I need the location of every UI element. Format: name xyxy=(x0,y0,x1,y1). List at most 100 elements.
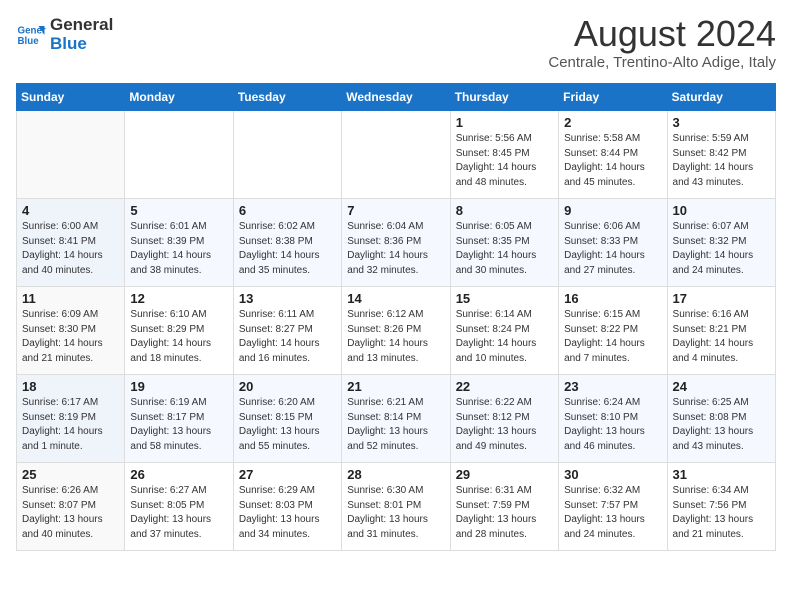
day-number: 12 xyxy=(130,291,227,306)
day-info: Sunrise: 6:04 AM Sunset: 8:36 PM Dayligh… xyxy=(347,220,444,278)
day-info: Sunrise: 6:17 AM Sunset: 8:19 PM Dayligh… xyxy=(22,396,119,454)
calendar-cell: 21Sunrise: 6:21 AM Sunset: 8:14 PM Dayli… xyxy=(342,375,450,463)
calendar-cell: 2 Sunrise: 5:58 AM Sunset: 8:44 PM Daylig… xyxy=(559,111,667,199)
day-info: Sunrise: 6:10 AM Sunset: 8:29 PM Dayligh… xyxy=(130,308,227,366)
page-header: General Blue General Blue August 2024 Ce… xyxy=(16,16,776,71)
day-info: Sunrise: 6:14 AM Sunset: 8:24 PM Dayligh… xyxy=(456,308,553,366)
day-number: 25 xyxy=(22,467,119,482)
day-info: Sunrise: 5:59 AM Sunset: 8:42 PM Dayligh… xyxy=(673,132,770,190)
day-info: Sunrise: 6:00 AM Sunset: 8:41 PM Dayligh… xyxy=(22,220,119,278)
logo-line2: Blue xyxy=(50,35,113,54)
calendar-cell: 22Sunrise: 6:22 AM Sunset: 8:12 PM Dayli… xyxy=(450,375,558,463)
calendar-cell: 10Sunrise: 6:07 AM Sunset: 8:32 PM Dayli… xyxy=(667,199,775,287)
weekday-header: Wednesday xyxy=(342,84,450,111)
day-number: 20 xyxy=(239,379,336,394)
day-info: Sunrise: 6:34 AM Sunset: 7:56 PM Dayligh… xyxy=(673,484,770,542)
calendar-cell: 14 Sunrise: 6:12 AM Sunset: 8:26 PM Dayli… xyxy=(342,287,450,375)
calendar-cell: 4 Sunrise: 6:00 AM Sunset: 8:41 PM Daylig… xyxy=(17,199,125,287)
day-number: 27 xyxy=(239,467,336,482)
day-number: 13 xyxy=(239,291,336,306)
day-info: Sunrise: 6:12 AM Sunset: 8:26 PM Dayligh… xyxy=(347,308,444,366)
day-number: 23 xyxy=(564,379,661,394)
calendar-cell: 3 Sunrise: 5:59 AM Sunset: 8:42 PM Daylig… xyxy=(667,111,775,199)
calendar-row: 4 Sunrise: 6:00 AM Sunset: 8:41 PM Daylig… xyxy=(17,199,776,287)
day-info: Sunrise: 6:02 AM Sunset: 8:38 PM Dayligh… xyxy=(239,220,336,278)
day-info: Sunrise: 6:05 AM Sunset: 8:35 PM Dayligh… xyxy=(456,220,553,278)
day-info: Sunrise: 6:16 AM Sunset: 8:21 PM Dayligh… xyxy=(673,308,770,366)
day-number: 14 xyxy=(347,291,444,306)
location: Centrale, Trentino-Alto Adige, Italy xyxy=(548,54,776,71)
calendar-cell: 23Sunrise: 6:24 AM Sunset: 8:10 PM Dayli… xyxy=(559,375,667,463)
day-number: 3 xyxy=(673,115,770,130)
day-info: Sunrise: 6:01 AM Sunset: 8:39 PM Dayligh… xyxy=(130,220,227,278)
day-number: 19 xyxy=(130,379,227,394)
day-number: 28 xyxy=(347,467,444,482)
day-info: Sunrise: 6:09 AM Sunset: 8:30 PM Dayligh… xyxy=(22,308,119,366)
calendar-cell: 18 Sunrise: 6:17 AM Sunset: 8:19 PM Dayli… xyxy=(17,375,125,463)
day-info: Sunrise: 6:25 AM Sunset: 8:08 PM Dayligh… xyxy=(673,396,770,454)
calendar-cell: 31 Sunrise: 6:34 AM Sunset: 7:56 PM Dayli… xyxy=(667,463,775,551)
calendar-cell: 11 Sunrise: 6:09 AM Sunset: 8:30 PM Dayli… xyxy=(17,287,125,375)
day-number: 15 xyxy=(456,291,553,306)
day-number: 16 xyxy=(564,291,661,306)
weekday-header: Saturday xyxy=(667,84,775,111)
day-info: Sunrise: 5:58 AM Sunset: 8:44 PM Dayligh… xyxy=(564,132,661,190)
day-info: Sunrise: 5:56 AM Sunset: 8:45 PM Dayligh… xyxy=(456,132,553,190)
day-number: 26 xyxy=(130,467,227,482)
calendar-row: 18 Sunrise: 6:17 AM Sunset: 8:19 PM Dayli… xyxy=(17,375,776,463)
day-number: 8 xyxy=(456,203,553,218)
logo: General Blue General Blue xyxy=(16,16,113,53)
weekday-header-row: SundayMondayTuesdayWednesdayThursdayFrid… xyxy=(17,84,776,111)
day-number: 7 xyxy=(347,203,444,218)
calendar-cell: 29Sunrise: 6:31 AM Sunset: 7:59 PM Dayli… xyxy=(450,463,558,551)
day-number: 2 xyxy=(564,115,661,130)
calendar-row: 25Sunrise: 6:26 AM Sunset: 8:07 PM Dayli… xyxy=(17,463,776,551)
svg-text:Blue: Blue xyxy=(18,36,40,47)
calendar-cell: 12 Sunrise: 6:10 AM Sunset: 8:29 PM Dayli… xyxy=(125,287,233,375)
calendar-cell: 15 Sunrise: 6:14 AM Sunset: 8:24 PM Dayli… xyxy=(450,287,558,375)
calendar-cell: 7 Sunrise: 6:04 AM Sunset: 8:36 PM Daylig… xyxy=(342,199,450,287)
month-title: August 2024 xyxy=(548,16,776,52)
title-block: August 2024 Centrale, Trentino-Alto Adig… xyxy=(548,16,776,71)
logo-icon: General Blue xyxy=(16,20,46,50)
day-number: 31 xyxy=(673,467,770,482)
day-number: 24 xyxy=(673,379,770,394)
weekday-header: Monday xyxy=(125,84,233,111)
weekday-header: Tuesday xyxy=(233,84,341,111)
day-info: Sunrise: 6:07 AM Sunset: 8:32 PM Dayligh… xyxy=(673,220,770,278)
day-info: Sunrise: 6:27 AM Sunset: 8:05 PM Dayligh… xyxy=(130,484,227,542)
calendar-cell: 17Sunrise: 6:16 AM Sunset: 8:21 PM Dayli… xyxy=(667,287,775,375)
day-number: 9 xyxy=(564,203,661,218)
calendar-row: 11 Sunrise: 6:09 AM Sunset: 8:30 PM Dayli… xyxy=(17,287,776,375)
day-info: Sunrise: 6:22 AM Sunset: 8:12 PM Dayligh… xyxy=(456,396,553,454)
calendar-cell: 30 Sunrise: 6:32 AM Sunset: 7:57 PM Dayli… xyxy=(559,463,667,551)
day-info: Sunrise: 6:29 AM Sunset: 8:03 PM Dayligh… xyxy=(239,484,336,542)
day-number: 5 xyxy=(130,203,227,218)
calendar-cell: 24 Sunrise: 6:25 AM Sunset: 8:08 PM Dayli… xyxy=(667,375,775,463)
calendar-cell: 9Sunrise: 6:06 AM Sunset: 8:33 PM Daylig… xyxy=(559,199,667,287)
weekday-header: Thursday xyxy=(450,84,558,111)
calendar-cell: 16Sunrise: 6:15 AM Sunset: 8:22 PM Dayli… xyxy=(559,287,667,375)
calendar-cell: 8 Sunrise: 6:05 AM Sunset: 8:35 PM Daylig… xyxy=(450,199,558,287)
calendar-table: SundayMondayTuesdayWednesdayThursdayFrid… xyxy=(16,83,776,551)
day-info: Sunrise: 6:30 AM Sunset: 8:01 PM Dayligh… xyxy=(347,484,444,542)
calendar-cell: 13Sunrise: 6:11 AM Sunset: 8:27 PM Dayli… xyxy=(233,287,341,375)
calendar-cell: 26 Sunrise: 6:27 AM Sunset: 8:05 PM Dayli… xyxy=(125,463,233,551)
weekday-header: Sunday xyxy=(17,84,125,111)
calendar-cell xyxy=(233,111,341,199)
calendar-row: 1 Sunrise: 5:56 AM Sunset: 8:45 PM Daylig… xyxy=(17,111,776,199)
calendar-cell: 27 Sunrise: 6:29 AM Sunset: 8:03 PM Dayli… xyxy=(233,463,341,551)
calendar-cell: 1 Sunrise: 5:56 AM Sunset: 8:45 PM Daylig… xyxy=(450,111,558,199)
calendar-cell xyxy=(125,111,233,199)
day-number: 4 xyxy=(22,203,119,218)
day-info: Sunrise: 6:31 AM Sunset: 7:59 PM Dayligh… xyxy=(456,484,553,542)
day-info: Sunrise: 6:32 AM Sunset: 7:57 PM Dayligh… xyxy=(564,484,661,542)
day-number: 11 xyxy=(22,291,119,306)
logo-line1: General xyxy=(50,16,113,35)
calendar-cell: 5 Sunrise: 6:01 AM Sunset: 8:39 PM Daylig… xyxy=(125,199,233,287)
calendar-cell: 20Sunrise: 6:20 AM Sunset: 8:15 PM Dayli… xyxy=(233,375,341,463)
day-number: 18 xyxy=(22,379,119,394)
day-number: 30 xyxy=(564,467,661,482)
calendar-cell: 25Sunrise: 6:26 AM Sunset: 8:07 PM Dayli… xyxy=(17,463,125,551)
day-number: 1 xyxy=(456,115,553,130)
